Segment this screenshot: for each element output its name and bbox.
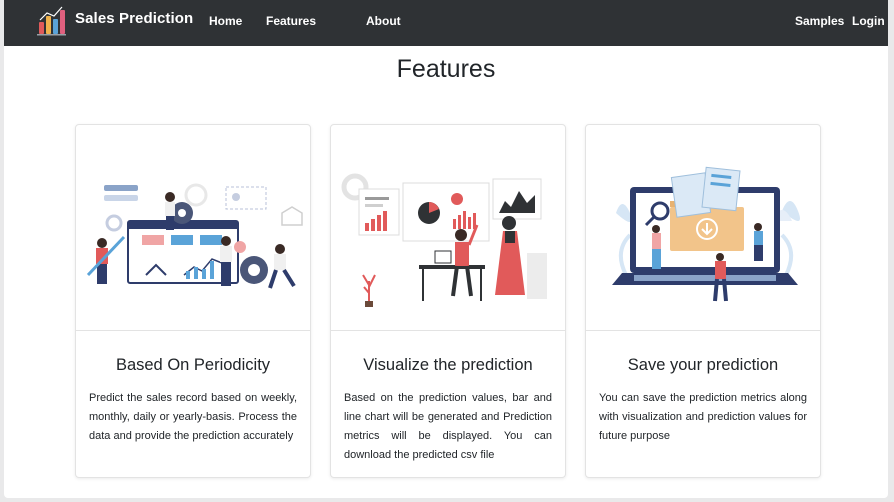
card-title: Save your prediction <box>627 356 779 374</box>
card-divider <box>76 330 310 331</box>
nav-link-home[interactable]: Home <box>209 14 242 28</box>
page-title: Features <box>396 55 496 83</box>
card-divider <box>331 330 565 331</box>
browser-viewport: Sales Prediction Home Features About Sam… <box>4 0 888 498</box>
bar-chart-logo-icon[interactable] <box>34 4 68 38</box>
card-text: You can save the prediction metrics alon… <box>599 392 807 442</box>
navbar: Sales Prediction Home Features About Sam… <box>4 0 888 46</box>
card-text: Based on the prediction values, bar and … <box>344 392 552 461</box>
feature-card-save: Save your prediction You can save the pr… <box>585 124 821 478</box>
card-text: Predict the sales record based on weekly… <box>89 392 297 442</box>
nav-link-login[interactable]: Login <box>852 14 885 28</box>
brand-name[interactable]: Sales Prediction <box>75 10 193 27</box>
laptop-download-illustration <box>612 166 800 302</box>
feature-card-visualize: Visualize the prediction Based on the pr… <box>330 124 566 478</box>
card-title: Visualize the prediction <box>363 356 533 374</box>
nav-link-samples[interactable]: Samples <box>795 14 844 28</box>
card-divider <box>586 330 820 331</box>
nav-link-about[interactable]: About <box>366 14 401 28</box>
feature-card-periodicity: Based On Periodicity Predict the sales r… <box>75 124 311 478</box>
card-title: Based On Periodicity <box>115 356 271 374</box>
nav-link-features[interactable]: Features <box>266 14 316 28</box>
analytics-dashboard-illustration <box>86 183 303 289</box>
presentation-charts-illustration <box>341 173 547 307</box>
